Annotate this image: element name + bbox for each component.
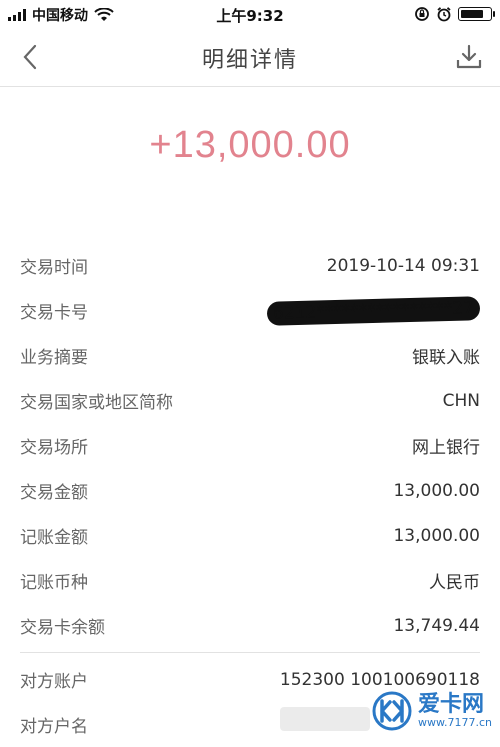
alarm-icon	[437, 7, 451, 22]
detail-row-book-amount: 记账金额 13,000.00	[20, 513, 480, 558]
detail-label: 对方户名	[20, 717, 88, 737]
status-bar: 中国移动 上午9:32	[0, 0, 500, 30]
detail-label: 交易国家或地区简称	[20, 393, 173, 413]
redacted-name-patch	[280, 707, 370, 731]
rotation-lock-icon	[415, 7, 429, 21]
divider	[20, 652, 480, 653]
watermark-name: 爱卡网	[418, 691, 485, 717]
detail-label: 记账币种	[20, 573, 88, 593]
watermark-url: www.7177.cn	[418, 716, 492, 730]
details-list: 交易时间 2019-10-14 09:31 交易卡号 6212*********…	[20, 243, 481, 747]
detail-row-country: 交易国家或地区简称 CHN	[20, 378, 480, 423]
detail-value: 13,000.00	[393, 525, 480, 546]
masked-card-number: 6212****************27	[266, 295, 481, 326]
detail-row-venue: 交易场所 网上银行	[20, 423, 480, 468]
detail-label: 业务摘要	[20, 348, 88, 368]
download-icon[interactable]	[454, 42, 484, 72]
transaction-amount: +13,000.00	[149, 124, 351, 166]
detail-row-tx-amount: 交易金额 13,000.00	[20, 468, 480, 513]
detail-label: 记账金额	[20, 528, 88, 548]
detail-row-summary: 业务摘要 银联入账	[20, 333, 480, 378]
detail-row-card: 交易卡号 6212****************27	[20, 288, 481, 333]
detail-label: 交易卡号	[20, 303, 88, 323]
detail-value: 人民币	[429, 573, 480, 593]
detail-value: CHN	[442, 390, 480, 411]
detail-value: 13,749.44	[393, 615, 480, 636]
detail-label: 交易金额	[20, 483, 88, 503]
status-right	[414, 6, 495, 22]
detail-label: 交易卡余额	[20, 618, 105, 638]
watermark-logo-icon	[372, 691, 412, 731]
detail-value: 2019-10-14 09:31	[326, 255, 480, 276]
detail-row-currency: 记账币种 人民币	[20, 558, 480, 603]
detail-label: 对方账户	[20, 672, 88, 692]
nav-bar: 明细详情	[0, 30, 500, 87]
battery-icon	[458, 7, 495, 21]
detail-label: 交易场所	[20, 438, 88, 458]
page-title: 明细详情	[201, 48, 298, 73]
detail-label: 交易时间	[20, 258, 88, 278]
detail-row-time: 交易时间 2019-10-14 09:31	[20, 243, 480, 288]
detail-value: 13,000.00	[393, 480, 480, 501]
detail-value: 网上银行	[412, 438, 480, 458]
detail-row-balance: 交易卡余额 13,749.44	[20, 603, 480, 648]
detail-value: 152300 100100690118	[279, 669, 480, 690]
detail-value: 银联入账	[412, 348, 480, 368]
watermark: 爱卡网 www.7177.cn	[372, 691, 492, 731]
